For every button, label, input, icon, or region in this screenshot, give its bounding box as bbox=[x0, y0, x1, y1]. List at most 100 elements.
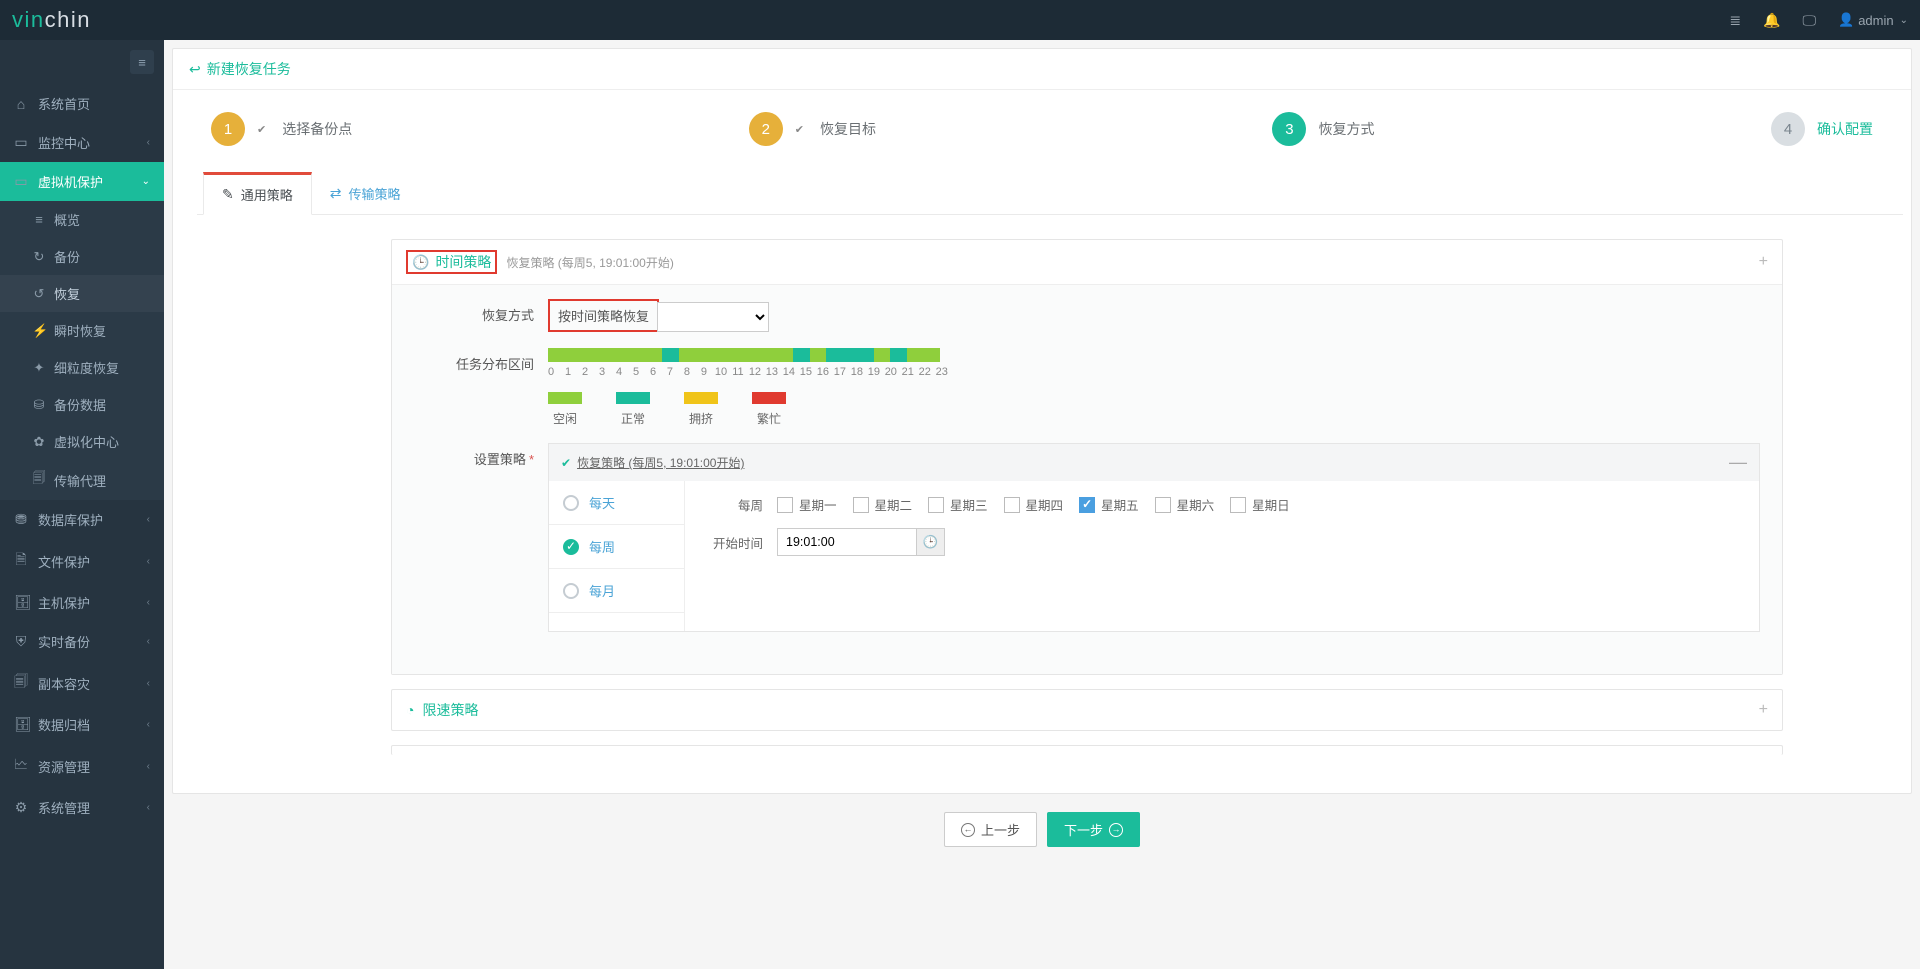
user-name: admin bbox=[1858, 13, 1893, 28]
wizard-step[interactable]: 1✔选择备份点 bbox=[211, 112, 352, 146]
start-time-input[interactable] bbox=[777, 528, 917, 556]
time-policy-header[interactable]: 🕒 时间策略 恢复策略 (每周5, 19:01:00开始) + bbox=[392, 240, 1782, 285]
back-arrow-icon[interactable]: ↩ bbox=[189, 61, 201, 78]
next-label: 下一步 bbox=[1064, 820, 1103, 839]
day-option[interactable]: 星期一 bbox=[777, 495, 837, 514]
time-policy-hint: 恢复策略 (每周5, 19:01:00开始) bbox=[506, 254, 673, 271]
wizard-step[interactable]: 4确认配置 bbox=[1771, 112, 1873, 146]
sidebar-sub-icon: ✦ bbox=[32, 360, 46, 376]
dist-tick: 21 bbox=[902, 366, 914, 378]
dist-segment bbox=[907, 348, 940, 362]
tab[interactable]: ⇄传输策略 bbox=[312, 172, 419, 214]
checkbox-icon bbox=[1004, 497, 1020, 513]
sidebar-item[interactable]: 🗄数据归档‹ bbox=[0, 705, 164, 744]
plus-icon[interactable]: + bbox=[1759, 253, 1768, 271]
day-label: 星期四 bbox=[1026, 495, 1064, 514]
sidebar-item[interactable]: ⛃数据库保护‹ bbox=[0, 500, 164, 539]
sidebar-item[interactable]: ▭监控中心‹ bbox=[0, 123, 164, 162]
dist-segment bbox=[548, 348, 662, 362]
day-label: 星期六 bbox=[1177, 495, 1215, 514]
restore-mode-select[interactable] bbox=[657, 302, 769, 332]
frequency-label: 每月 bbox=[589, 581, 615, 600]
wizard-step[interactable]: 3恢复方式 bbox=[1272, 112, 1374, 146]
wizard-steps: 1✔选择备份点 2✔恢复目标 3恢复方式 4确认配置 bbox=[181, 112, 1903, 172]
dist-tick: 5 bbox=[630, 366, 642, 378]
hamburger-icon[interactable]: ≡ bbox=[130, 50, 154, 74]
dist-tick: 13 bbox=[766, 366, 778, 378]
dist-tick: 9 bbox=[698, 366, 710, 378]
user-menu[interactable]: 👤 admin ⌄ bbox=[1838, 12, 1908, 28]
policy-panel: ✔ 恢复策略 (每周5, 19:01:00开始) — 每天每周每月 bbox=[548, 443, 1760, 632]
frequency-option[interactable]: 每天 bbox=[549, 481, 684, 525]
frequency-option[interactable]: 每月 bbox=[549, 569, 684, 613]
frequency-option[interactable]: 每周 bbox=[549, 525, 684, 569]
sidebar-subitem[interactable]: ↺恢复 bbox=[0, 275, 164, 312]
sidebar: ≡ ⌂系统首页▭监控中心‹▭虚拟机保护⌄≡概览↻备份↺恢复⚡瞬时恢复✦细粒度恢复… bbox=[0, 40, 164, 969]
limit-policy-accordion: ◔ 限速策略 + bbox=[391, 689, 1783, 731]
list-icon[interactable]: ≣ bbox=[1729, 12, 1741, 29]
dist-tick: 4 bbox=[613, 366, 625, 378]
sidebar-item[interactable]: 🗠资源管理‹ bbox=[0, 744, 164, 788]
sidebar-item[interactable]: ⌂系统首页 bbox=[0, 84, 164, 123]
day-label: 星期日 bbox=[1252, 495, 1290, 514]
tab-icon: ⇄ bbox=[330, 185, 342, 202]
day-option[interactable]: 星期三 bbox=[928, 495, 988, 514]
dist-bar bbox=[548, 348, 940, 362]
day-option[interactable]: 星期日 bbox=[1230, 495, 1290, 514]
sidebar-label: 数据归档 bbox=[38, 715, 90, 734]
sidebar-icon: ⛃ bbox=[14, 511, 28, 528]
minus-icon[interactable]: — bbox=[1729, 452, 1747, 473]
next-button[interactable]: 下一步 → bbox=[1047, 812, 1140, 847]
tab[interactable]: ✎通用策略 bbox=[203, 172, 312, 215]
sidebar-item[interactable]: 🗐副本容灾‹ bbox=[0, 661, 164, 705]
dist-tick: 16 bbox=[817, 366, 829, 378]
day-option[interactable]: 星期六 bbox=[1155, 495, 1215, 514]
sidebar-subitem[interactable]: ⚡瞬时恢复 bbox=[0, 312, 164, 349]
sidebar-item[interactable]: 🗎文件保护‹ bbox=[0, 539, 164, 583]
sidebar-label: 资源管理 bbox=[38, 757, 90, 776]
sidebar-icon: ⛨ bbox=[14, 633, 28, 650]
gauge-icon: ◔ bbox=[406, 702, 414, 718]
sidebar-sub-label: 概览 bbox=[54, 210, 80, 229]
sidebar-subitem[interactable]: ✿虚拟化中心 bbox=[0, 423, 164, 460]
bell-icon[interactable]: 🔔 bbox=[1763, 12, 1780, 29]
legend-item: 正常 bbox=[616, 392, 650, 427]
sidebar-subitem[interactable]: ↻备份 bbox=[0, 238, 164, 275]
sidebar-item[interactable]: 🗄主机保护‹ bbox=[0, 583, 164, 622]
dist-label: 任务分布区间 bbox=[414, 348, 534, 373]
sidebar-item[interactable]: ▭虚拟机保护⌄ bbox=[0, 162, 164, 201]
day-option[interactable]: 星期五 bbox=[1079, 495, 1139, 514]
clock-button[interactable]: 🕒 bbox=[917, 528, 945, 556]
wizard-step[interactable]: 2✔恢复目标 bbox=[749, 112, 876, 146]
dist-tick: 19 bbox=[868, 366, 880, 378]
top-icons: ≣ 🔔 🖵 👤 admin ⌄ bbox=[1729, 12, 1908, 29]
monitor-icon[interactable]: 🖵 bbox=[1803, 12, 1817, 29]
sidebar-subitem[interactable]: 🗐传输代理 bbox=[0, 460, 164, 500]
policy-panel-header[interactable]: ✔ 恢复策略 (每周5, 19:01:00开始) — bbox=[549, 444, 1759, 481]
chevron-left-icon: ‹ bbox=[147, 597, 150, 608]
sidebar-icon: 🗄 bbox=[14, 594, 28, 611]
step-number: 1 bbox=[211, 112, 245, 146]
sidebar-subitem[interactable]: ≡概览 bbox=[0, 201, 164, 238]
limit-policy-header[interactable]: ◔ 限速策略 + bbox=[392, 690, 1782, 730]
sidebar-item[interactable]: ⛨实时备份‹ bbox=[0, 622, 164, 661]
prev-button[interactable]: ← 上一步 bbox=[944, 812, 1037, 847]
day-option[interactable]: 星期四 bbox=[1004, 495, 1064, 514]
chevron-left-icon: ‹ bbox=[147, 137, 150, 148]
dist-tick: 6 bbox=[647, 366, 659, 378]
day-option[interactable]: 星期二 bbox=[853, 495, 913, 514]
sidebar-label: 数据库保护 bbox=[38, 510, 103, 529]
sidebar-item[interactable]: ⚙系统管理‹ bbox=[0, 788, 164, 827]
legend-item: 繁忙 bbox=[752, 392, 786, 427]
plus-icon[interactable]: + bbox=[1759, 701, 1768, 719]
step-number: 4 bbox=[1771, 112, 1805, 146]
sidebar-subitem[interactable]: ⛁备份数据 bbox=[0, 386, 164, 423]
restore-mode-highlight: 按时间策略恢复 bbox=[548, 299, 659, 332]
chevron-left-icon: ‹ bbox=[147, 636, 150, 647]
clock-icon: 🕒 bbox=[412, 254, 429, 271]
legend-label: 拥挤 bbox=[689, 410, 713, 427]
day-label: 星期三 bbox=[950, 495, 988, 514]
dist-tick: 2 bbox=[579, 366, 591, 378]
sidebar-subitem[interactable]: ✦细粒度恢复 bbox=[0, 349, 164, 386]
dist-ticks: 01234567891011121314151617181920212223 bbox=[545, 366, 1760, 378]
